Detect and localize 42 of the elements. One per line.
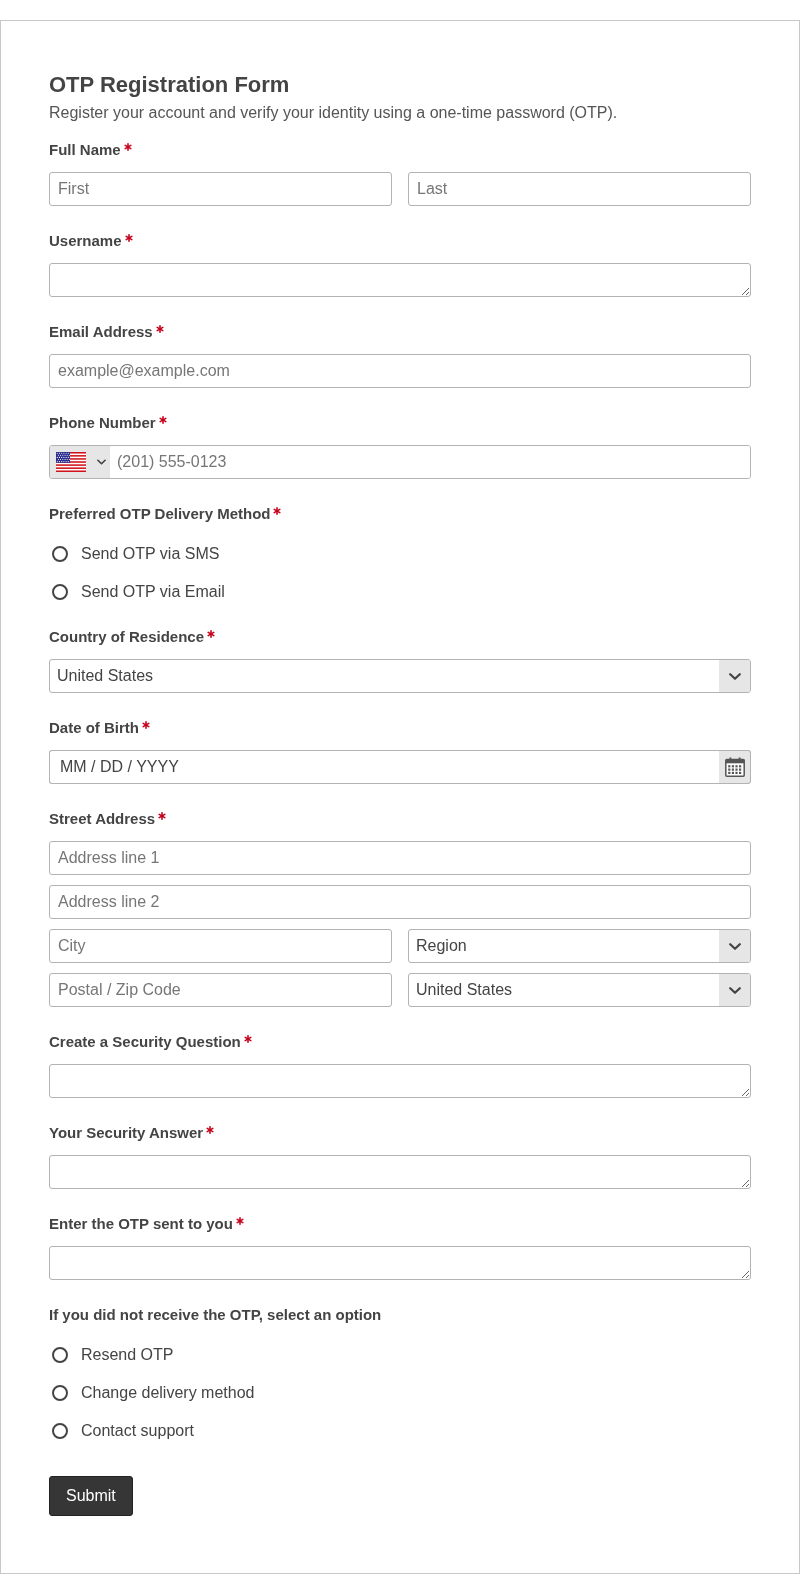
field-label: Date of Birth — [49, 718, 139, 738]
field-label: Your Security Answer — [49, 1123, 204, 1143]
field-label: Preferred OTP Delivery Method — [49, 504, 271, 524]
country-code-button[interactable] — [50, 446, 110, 478]
flag-icon — [56, 452, 86, 472]
submit-button[interactable]: Submit — [49, 1476, 133, 1516]
radio-button[interactable] — [52, 1347, 68, 1363]
text-input[interactable]: Last — [408, 172, 751, 206]
form-title: OTP Registration Form — [49, 71, 291, 99]
radio-button[interactable] — [52, 546, 68, 562]
field-label: Create a Security Question — [49, 1032, 241, 1052]
field-label: Username — [49, 231, 122, 251]
radio-label[interactable]: Send OTP via SMS — [81, 544, 220, 564]
text-input[interactable]: Address line 2 — [49, 885, 751, 919]
radio-button[interactable] — [52, 1385, 68, 1401]
radio-label[interactable]: Send OTP via Email — [81, 582, 225, 602]
chevron-down-icon — [728, 986, 741, 994]
field-label: If you did not receive the OTP, select an option — [49, 1305, 382, 1325]
radio-label[interactable]: Resend OTP — [81, 1345, 174, 1365]
field-label: Country of Residence — [49, 627, 205, 647]
radio-button[interactable] — [52, 584, 68, 600]
phone-input[interactable]: (201) 555-0123 — [49, 445, 751, 479]
radio-label[interactable]: Change delivery method — [81, 1383, 255, 1403]
radio-label[interactable]: Contact support — [81, 1421, 194, 1441]
text-input[interactable]: City — [49, 929, 392, 963]
text-input[interactable]: Postal / Zip Code — [49, 973, 392, 1007]
select-dropdown[interactable]: Region — [408, 929, 751, 963]
form-description: Register your account and verify your identity using a one-time password (OTP). — [49, 103, 619, 123]
field-label: Email Address — [49, 322, 153, 342]
text-input[interactable]: example@example.com — [49, 354, 751, 388]
field-label: Full Name — [49, 140, 121, 160]
field-label: Street Address — [49, 809, 156, 829]
chevron-down-icon — [97, 459, 106, 465]
select-dropdown[interactable]: United States — [49, 659, 751, 693]
text-input[interactable]: First — [49, 172, 392, 206]
select-dropdown[interactable]: United States — [408, 973, 751, 1007]
field-label: Enter the OTP sent to you — [49, 1214, 233, 1234]
chevron-down-icon — [728, 672, 741, 680]
chevron-down-icon — [728, 942, 741, 950]
radio-button[interactable] — [52, 1423, 68, 1439]
field-label: Phone Number — [49, 413, 156, 433]
text-input[interactable]: Address line 1 — [49, 841, 751, 875]
